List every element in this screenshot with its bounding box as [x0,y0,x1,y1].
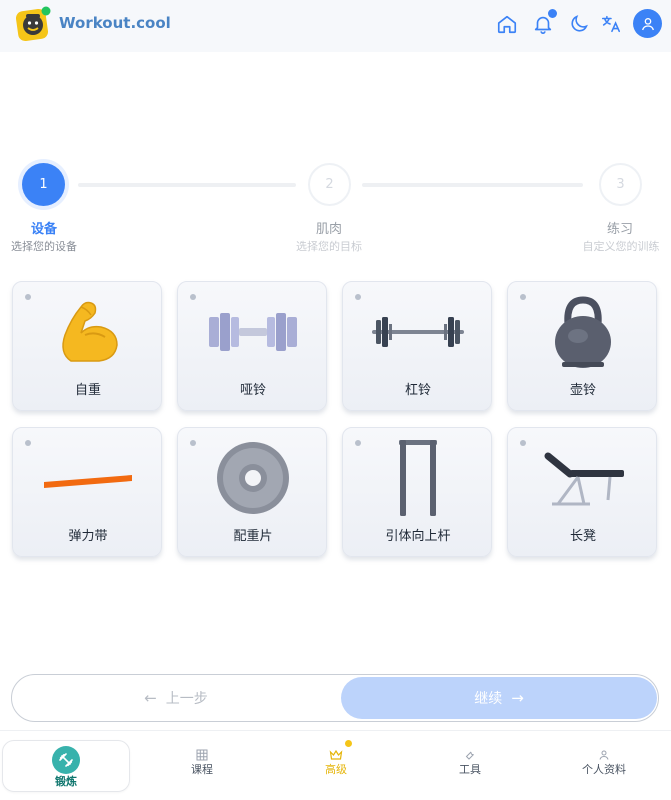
equipment-card-kettlebell[interactable]: 壶铃 [507,281,657,411]
equipment-label: 弹力带 [68,529,108,544]
resistance-band-icon [13,438,163,518]
continue-button[interactable]: 继续 → [341,677,657,719]
grid-icon [196,749,208,764]
wrench-icon [464,749,476,764]
bottom-tab-bar: 锻炼 课程 高级 工具 个人资料 [0,730,671,800]
user-avatar[interactable] [633,9,662,38]
equipment-card-bench[interactable]: 长凳 [507,427,657,557]
weight-plate-icon [178,438,328,518]
previous-button[interactable]: ← 上一步 [12,675,340,721]
moon-icon[interactable] [567,12,591,36]
notification-dot [548,9,557,18]
equipment-card-weight-plate[interactable]: 配重片 [177,427,327,557]
equipment-card-dumbbell[interactable]: 哑铃 [177,281,327,411]
step-navigation: ← 上一步 继续 → [11,674,659,722]
equipment-card-barbell[interactable]: 杠铃 [342,281,492,411]
equipment-label: 杠铃 [404,383,431,398]
tab-tools[interactable]: 工具 [406,731,534,791]
equipment-label: 长凳 [569,529,596,544]
step-1-title: 设备 [30,222,57,237]
tab-workout[interactable]: 锻炼 [2,740,130,792]
arrow-left-icon: ← [144,689,157,707]
equipment-label: 哑铃 [239,383,266,398]
equipment-label: 配重片 [233,529,273,544]
barbell-icon [343,292,493,372]
bell-icon[interactable] [531,9,557,36]
equipment-card-resistance-band[interactable]: 弹力带 [12,427,162,557]
crown-icon [329,749,343,764]
step-3-subtitle: 自定义您的训练 [582,240,660,253]
step-2-title: 肌肉 [315,222,342,237]
equipment-label: 壶铃 [569,383,596,398]
step-3-circle[interactable]: 3 [599,163,642,206]
previous-label: 上一步 [165,691,208,707]
equipment-card-bodyweight[interactable]: 自重 [12,281,162,411]
translate-icon[interactable] [599,12,623,36]
tab-programs[interactable]: 课程 [138,731,266,791]
arrow-right-icon: → [511,689,524,707]
continue-label: 继续 [474,691,503,707]
dumbbell-icon [178,292,328,372]
tab-premium[interactable]: 高级 [272,731,400,791]
step-2-circle[interactable]: 2 [308,163,351,206]
flexed-biceps-icon [13,292,163,372]
bench-icon [508,438,658,518]
equipment-card-pull-up-bar[interactable]: 引体向上杆 [342,427,492,557]
step-2-subtitle: 选择您的目标 [296,240,362,253]
pull-up-bar-icon [343,436,493,520]
step-3-title: 练习 [606,222,633,237]
premium-dot [345,740,352,747]
kettlebell-icon [508,292,658,372]
step-1-circle[interactable]: 1 [22,163,65,206]
tab-label: 锻炼 [55,775,77,788]
step-1-subtitle: 选择您的设备 [11,240,77,253]
user-icon [598,749,610,764]
equipment-label: 引体向上杆 [385,529,451,544]
workout-icon [52,746,80,774]
step-connector [78,183,296,187]
top-header: Workout.cool [0,0,671,52]
tab-profile[interactable]: 个人资料 [540,731,668,791]
equipment-label: 自重 [74,383,101,398]
step-connector [362,183,583,187]
app-logo[interactable] [15,6,52,42]
home-icon[interactable] [495,12,519,36]
brand-name[interactable]: Workout.cool [59,14,171,32]
